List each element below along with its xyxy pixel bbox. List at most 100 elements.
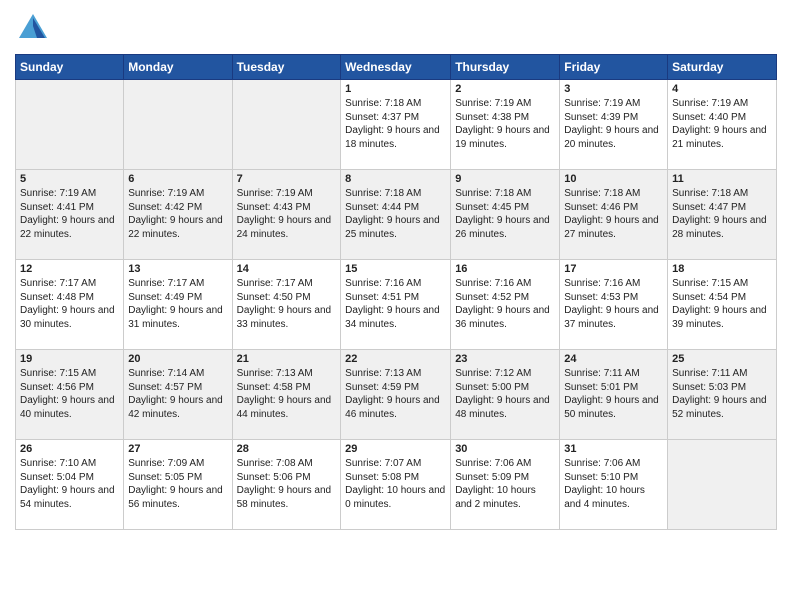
day-number: 16 [455, 263, 555, 275]
day-info: Sunrise: 7:17 AMSunset: 4:48 PMDaylight:… [20, 277, 119, 331]
calendar-cell: 11 Sunrise: 7:18 AMSunset: 4:47 PMDayligh… [668, 170, 777, 260]
day-info: Sunrise: 7:09 AMSunset: 5:05 PMDaylight:… [128, 457, 227, 511]
day-number: 1 [345, 83, 446, 95]
day-number: 18 [672, 263, 772, 275]
day-number: 13 [128, 263, 227, 275]
day-info: Sunrise: 7:13 AMSunset: 4:58 PMDaylight:… [237, 367, 337, 421]
day-number: 5 [20, 173, 119, 185]
day-info: Sunrise: 7:06 AMSunset: 5:09 PMDaylight:… [455, 457, 555, 511]
calendar-cell: 24 Sunrise: 7:11 AMSunset: 5:01 PMDayligh… [560, 350, 668, 440]
calendar-cell: 10 Sunrise: 7:18 AMSunset: 4:46 PMDayligh… [560, 170, 668, 260]
calendar-cell: 19Sunrise: 7:15 AMSunset: 4:56 PMDayligh… [16, 350, 124, 440]
calendar-cell: 16 Sunrise: 7:16 AMSunset: 4:52 PMDayligh… [451, 260, 560, 350]
day-info: Sunrise: 7:17 AMSunset: 4:49 PMDaylight:… [128, 277, 227, 331]
day-info: Sunrise: 7:11 AMSunset: 5:03 PMDaylight:… [672, 367, 772, 421]
day-number: 31 [564, 443, 663, 455]
calendar-cell: 17 Sunrise: 7:16 AMSunset: 4:53 PMDayligh… [560, 260, 668, 350]
calendar-header-monday: Monday [124, 55, 232, 80]
calendar-cell: 23 Sunrise: 7:12 AMSunset: 5:00 PMDayligh… [451, 350, 560, 440]
logo [15, 10, 57, 46]
calendar-cell: 1 Sunrise: 7:18 AMSunset: 4:37 PMDaylight… [341, 80, 451, 170]
day-info: Sunrise: 7:12 AMSunset: 5:00 PMDaylight:… [455, 367, 555, 421]
day-info: Sunrise: 7:19 AMSunset: 4:39 PMDaylight:… [564, 97, 663, 151]
calendar-cell: 12Sunrise: 7:17 AMSunset: 4:48 PMDayligh… [16, 260, 124, 350]
calendar-cell: 26 Sunrise: 7:10 AMSunset: 5:04 PMDayligh… [16, 440, 124, 530]
day-number: 24 [564, 353, 663, 365]
calendar-cell [16, 80, 124, 170]
calendar-cell: 21 Sunrise: 7:13 AMSunset: 4:58 PMDayligh… [232, 350, 341, 440]
day-info: Sunrise: 7:16 AMSunset: 4:53 PMDaylight:… [564, 277, 663, 331]
day-number: 21 [237, 353, 337, 365]
day-info: Sunrise: 7:13 AMSunset: 4:59 PMDaylight:… [345, 367, 446, 421]
day-number: 3 [564, 83, 663, 95]
day-number: 9 [455, 173, 555, 185]
calendar-cell: 6Sunrise: 7:19 AMSunset: 4:42 PMDaylight… [124, 170, 232, 260]
calendar-week-4: 26 Sunrise: 7:10 AMSunset: 5:04 PMDayligh… [16, 440, 777, 530]
calendar-cell: 3 Sunrise: 7:19 AMSunset: 4:39 PMDaylight… [560, 80, 668, 170]
calendar-cell: 4 Sunrise: 7:19 AMSunset: 4:40 PMDaylight… [668, 80, 777, 170]
calendar-cell: 13 Sunrise: 7:17 AMSunset: 4:49 PMDayligh… [124, 260, 232, 350]
calendar-cell: 5 Sunrise: 7:19 AMSunset: 4:41 PMDaylight… [16, 170, 124, 260]
logo-icon [15, 10, 51, 46]
calendar-cell: 30 Sunrise: 7:06 AMSunset: 5:09 PMDayligh… [451, 440, 560, 530]
calendar-header-saturday: Saturday [668, 55, 777, 80]
calendar-header-row: SundayMondayTuesdayWednesdayThursdayFrid… [16, 55, 777, 80]
calendar-cell: 7 Sunrise: 7:19 AMSunset: 4:43 PMDaylight… [232, 170, 341, 260]
day-info: Sunrise: 7:11 AMSunset: 5:01 PMDaylight:… [564, 367, 663, 421]
day-number: 6 [128, 173, 227, 185]
calendar-cell: 25Sunrise: 7:11 AMSunset: 5:03 PMDayligh… [668, 350, 777, 440]
calendar-cell [124, 80, 232, 170]
calendar-cell: 20 Sunrise: 7:14 AMSunset: 4:57 PMDayligh… [124, 350, 232, 440]
day-number: 11 [672, 173, 772, 185]
day-info: Sunrise: 7:16 AMSunset: 4:51 PMDaylight:… [345, 277, 446, 331]
day-info: Sunrise: 7:15 AMSunset: 4:54 PMDaylight:… [672, 277, 772, 331]
calendar-cell [232, 80, 341, 170]
day-info: Sunrise: 7:19 AMSunset: 4:41 PMDaylight:… [20, 187, 119, 241]
day-number: 29 [345, 443, 446, 455]
day-info: Sunrise: 7:18 AMSunset: 4:37 PMDaylight:… [345, 97, 446, 151]
day-number: 10 [564, 173, 663, 185]
day-number: 4 [672, 83, 772, 95]
calendar-header-wednesday: Wednesday [341, 55, 451, 80]
day-number: 8 [345, 173, 446, 185]
calendar-week-0: 1 Sunrise: 7:18 AMSunset: 4:37 PMDaylight… [16, 80, 777, 170]
day-info: Sunrise: 7:19 AMSunset: 4:43 PMDaylight:… [237, 187, 337, 241]
calendar-header-thursday: Thursday [451, 55, 560, 80]
day-info: Sunrise: 7:18 AMSunset: 4:45 PMDaylight:… [455, 187, 555, 241]
calendar-cell: 18 Sunrise: 7:15 AMSunset: 4:54 PMDayligh… [668, 260, 777, 350]
day-info: Sunrise: 7:14 AMSunset: 4:57 PMDaylight:… [128, 367, 227, 421]
calendar-week-3: 19Sunrise: 7:15 AMSunset: 4:56 PMDayligh… [16, 350, 777, 440]
day-number: 28 [237, 443, 337, 455]
calendar-week-2: 12Sunrise: 7:17 AMSunset: 4:48 PMDayligh… [16, 260, 777, 350]
day-info: Sunrise: 7:19 AMSunset: 4:40 PMDaylight:… [672, 97, 772, 151]
calendar-cell: 15Sunrise: 7:16 AMSunset: 4:51 PMDayligh… [341, 260, 451, 350]
calendar-header-tuesday: Tuesday [232, 55, 341, 80]
day-info: Sunrise: 7:19 AMSunset: 4:38 PMDaylight:… [455, 97, 555, 151]
day-info: Sunrise: 7:18 AMSunset: 4:46 PMDaylight:… [564, 187, 663, 241]
day-number: 23 [455, 353, 555, 365]
day-number: 27 [128, 443, 227, 455]
day-info: Sunrise: 7:18 AMSunset: 4:47 PMDaylight:… [672, 187, 772, 241]
calendar: SundayMondayTuesdayWednesdayThursdayFrid… [15, 54, 777, 530]
calendar-week-1: 5 Sunrise: 7:19 AMSunset: 4:41 PMDaylight… [16, 170, 777, 260]
day-number: 17 [564, 263, 663, 275]
calendar-cell [668, 440, 777, 530]
calendar-cell: 9 Sunrise: 7:18 AMSunset: 4:45 PMDaylight… [451, 170, 560, 260]
day-info: Sunrise: 7:15 AMSunset: 4:56 PMDaylight:… [20, 367, 119, 421]
day-number: 30 [455, 443, 555, 455]
day-number: 22 [345, 353, 446, 365]
day-number: 26 [20, 443, 119, 455]
calendar-cell: 2Sunrise: 7:19 AMSunset: 4:38 PMDaylight… [451, 80, 560, 170]
calendar-cell: 28Sunrise: 7:08 AMSunset: 5:06 PMDayligh… [232, 440, 341, 530]
calendar-cell: 31 Sunrise: 7:06 AMSunset: 5:10 PMDayligh… [560, 440, 668, 530]
calendar-cell: 29 Sunrise: 7:07 AMSunset: 5:08 PMDayligh… [341, 440, 451, 530]
day-info: Sunrise: 7:06 AMSunset: 5:10 PMDaylight:… [564, 457, 663, 511]
day-info: Sunrise: 7:17 AMSunset: 4:50 PMDaylight:… [237, 277, 337, 331]
day-number: 20 [128, 353, 227, 365]
day-number: 7 [237, 173, 337, 185]
day-info: Sunrise: 7:16 AMSunset: 4:52 PMDaylight:… [455, 277, 555, 331]
calendar-header-friday: Friday [560, 55, 668, 80]
day-number: 14 [237, 263, 337, 275]
day-info: Sunrise: 7:10 AMSunset: 5:04 PMDaylight:… [20, 457, 119, 511]
day-info: Sunrise: 7:07 AMSunset: 5:08 PMDaylight:… [345, 457, 446, 511]
